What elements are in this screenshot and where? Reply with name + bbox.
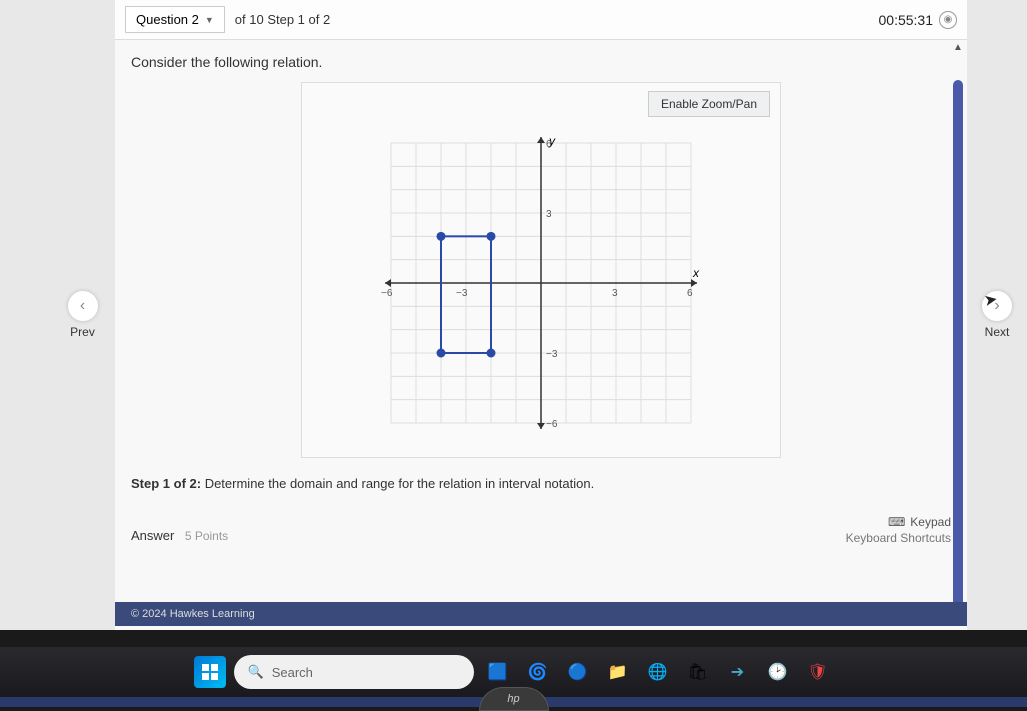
relation-graph[interactable]: yx−6−336−6−336 bbox=[371, 123, 711, 443]
scroll-up-icon[interactable]: ▲ bbox=[952, 42, 964, 54]
answer-label: Answer bbox=[131, 528, 174, 543]
prev-label: Prev bbox=[68, 325, 98, 339]
svg-text:−3: −3 bbox=[546, 349, 558, 360]
question-selector[interactable]: Question 2 ▼ bbox=[125, 6, 225, 33]
keypad-button[interactable]: ⌨ Keypad bbox=[888, 515, 951, 529]
svg-text:−6: −6 bbox=[546, 419, 558, 430]
taskbar-app-3[interactable]: ➔ bbox=[722, 656, 754, 688]
taskbar-app-4[interactable]: 🕑 bbox=[762, 656, 794, 688]
search-icon: 🔍 bbox=[248, 664, 264, 680]
content-area: Consider the following relation. Enable … bbox=[115, 40, 967, 630]
timer: 00:55:31 ◉ bbox=[879, 11, 958, 29]
taskbar-copilot-icon[interactable]: 🌀 bbox=[522, 656, 554, 688]
taskbar-app-5[interactable]: 🛡 bbox=[802, 656, 834, 688]
timer-value: 00:55:31 bbox=[879, 12, 934, 28]
footer-copyright: © 2024 Hawkes Learning bbox=[115, 602, 967, 626]
step-indicator: of 10 Step 1 of 2 bbox=[235, 12, 330, 27]
keypad-icon: ⌨ bbox=[888, 515, 905, 529]
taskbar-explorer-icon[interactable]: 📁 bbox=[602, 656, 634, 688]
scrollbar[interactable] bbox=[953, 80, 963, 622]
search-placeholder: Search bbox=[272, 665, 313, 680]
taskbar-search[interactable]: 🔍 Search bbox=[234, 655, 474, 689]
taskbar-edge-icon[interactable]: 🌐 bbox=[642, 656, 674, 688]
taskbar-store-icon[interactable]: 🛍 bbox=[682, 656, 714, 688]
svg-text:−3: −3 bbox=[456, 288, 468, 299]
eye-icon[interactable]: ◉ bbox=[939, 11, 957, 29]
points-label: 5 Points bbox=[185, 529, 228, 543]
prev-button[interactable]: ‹ bbox=[68, 291, 98, 321]
instruction-text: Consider the following relation. bbox=[131, 54, 951, 70]
next-label: Next bbox=[982, 325, 1012, 339]
svg-text:3: 3 bbox=[612, 288, 618, 299]
svg-text:3: 3 bbox=[546, 209, 552, 220]
svg-text:x: x bbox=[692, 266, 700, 280]
step-bold: Step 1 of 2: bbox=[131, 476, 201, 491]
top-bar: Question 2 ▼ of 10 Step 1 of 2 00:55:31 … bbox=[115, 0, 967, 40]
step-description: Step 1 of 2: Determine the domain and ra… bbox=[131, 476, 951, 491]
taskbar-app-2[interactable]: 🔵 bbox=[562, 656, 594, 688]
start-button[interactable] bbox=[194, 656, 226, 688]
svg-text:6: 6 bbox=[546, 139, 552, 150]
keypad-label: Keypad bbox=[910, 515, 951, 529]
step-desc: Determine the domain and range for the r… bbox=[201, 476, 594, 491]
keyboard-shortcuts-link[interactable]: Keyboard Shortcuts bbox=[846, 531, 951, 545]
cursor-icon: ➤ bbox=[982, 289, 999, 311]
svg-text:−6: −6 bbox=[381, 288, 393, 299]
enable-zoom-button[interactable]: Enable Zoom/Pan bbox=[648, 91, 770, 117]
svg-text:6: 6 bbox=[687, 288, 693, 299]
caret-down-icon: ▼ bbox=[205, 15, 214, 25]
taskbar-app-1[interactable]: 🟦 bbox=[482, 656, 514, 688]
graph-container: Enable Zoom/Pan yx−6−336−6−336 bbox=[301, 82, 781, 458]
laptop-logo: hp bbox=[479, 687, 549, 711]
question-label: Question 2 bbox=[136, 12, 199, 27]
